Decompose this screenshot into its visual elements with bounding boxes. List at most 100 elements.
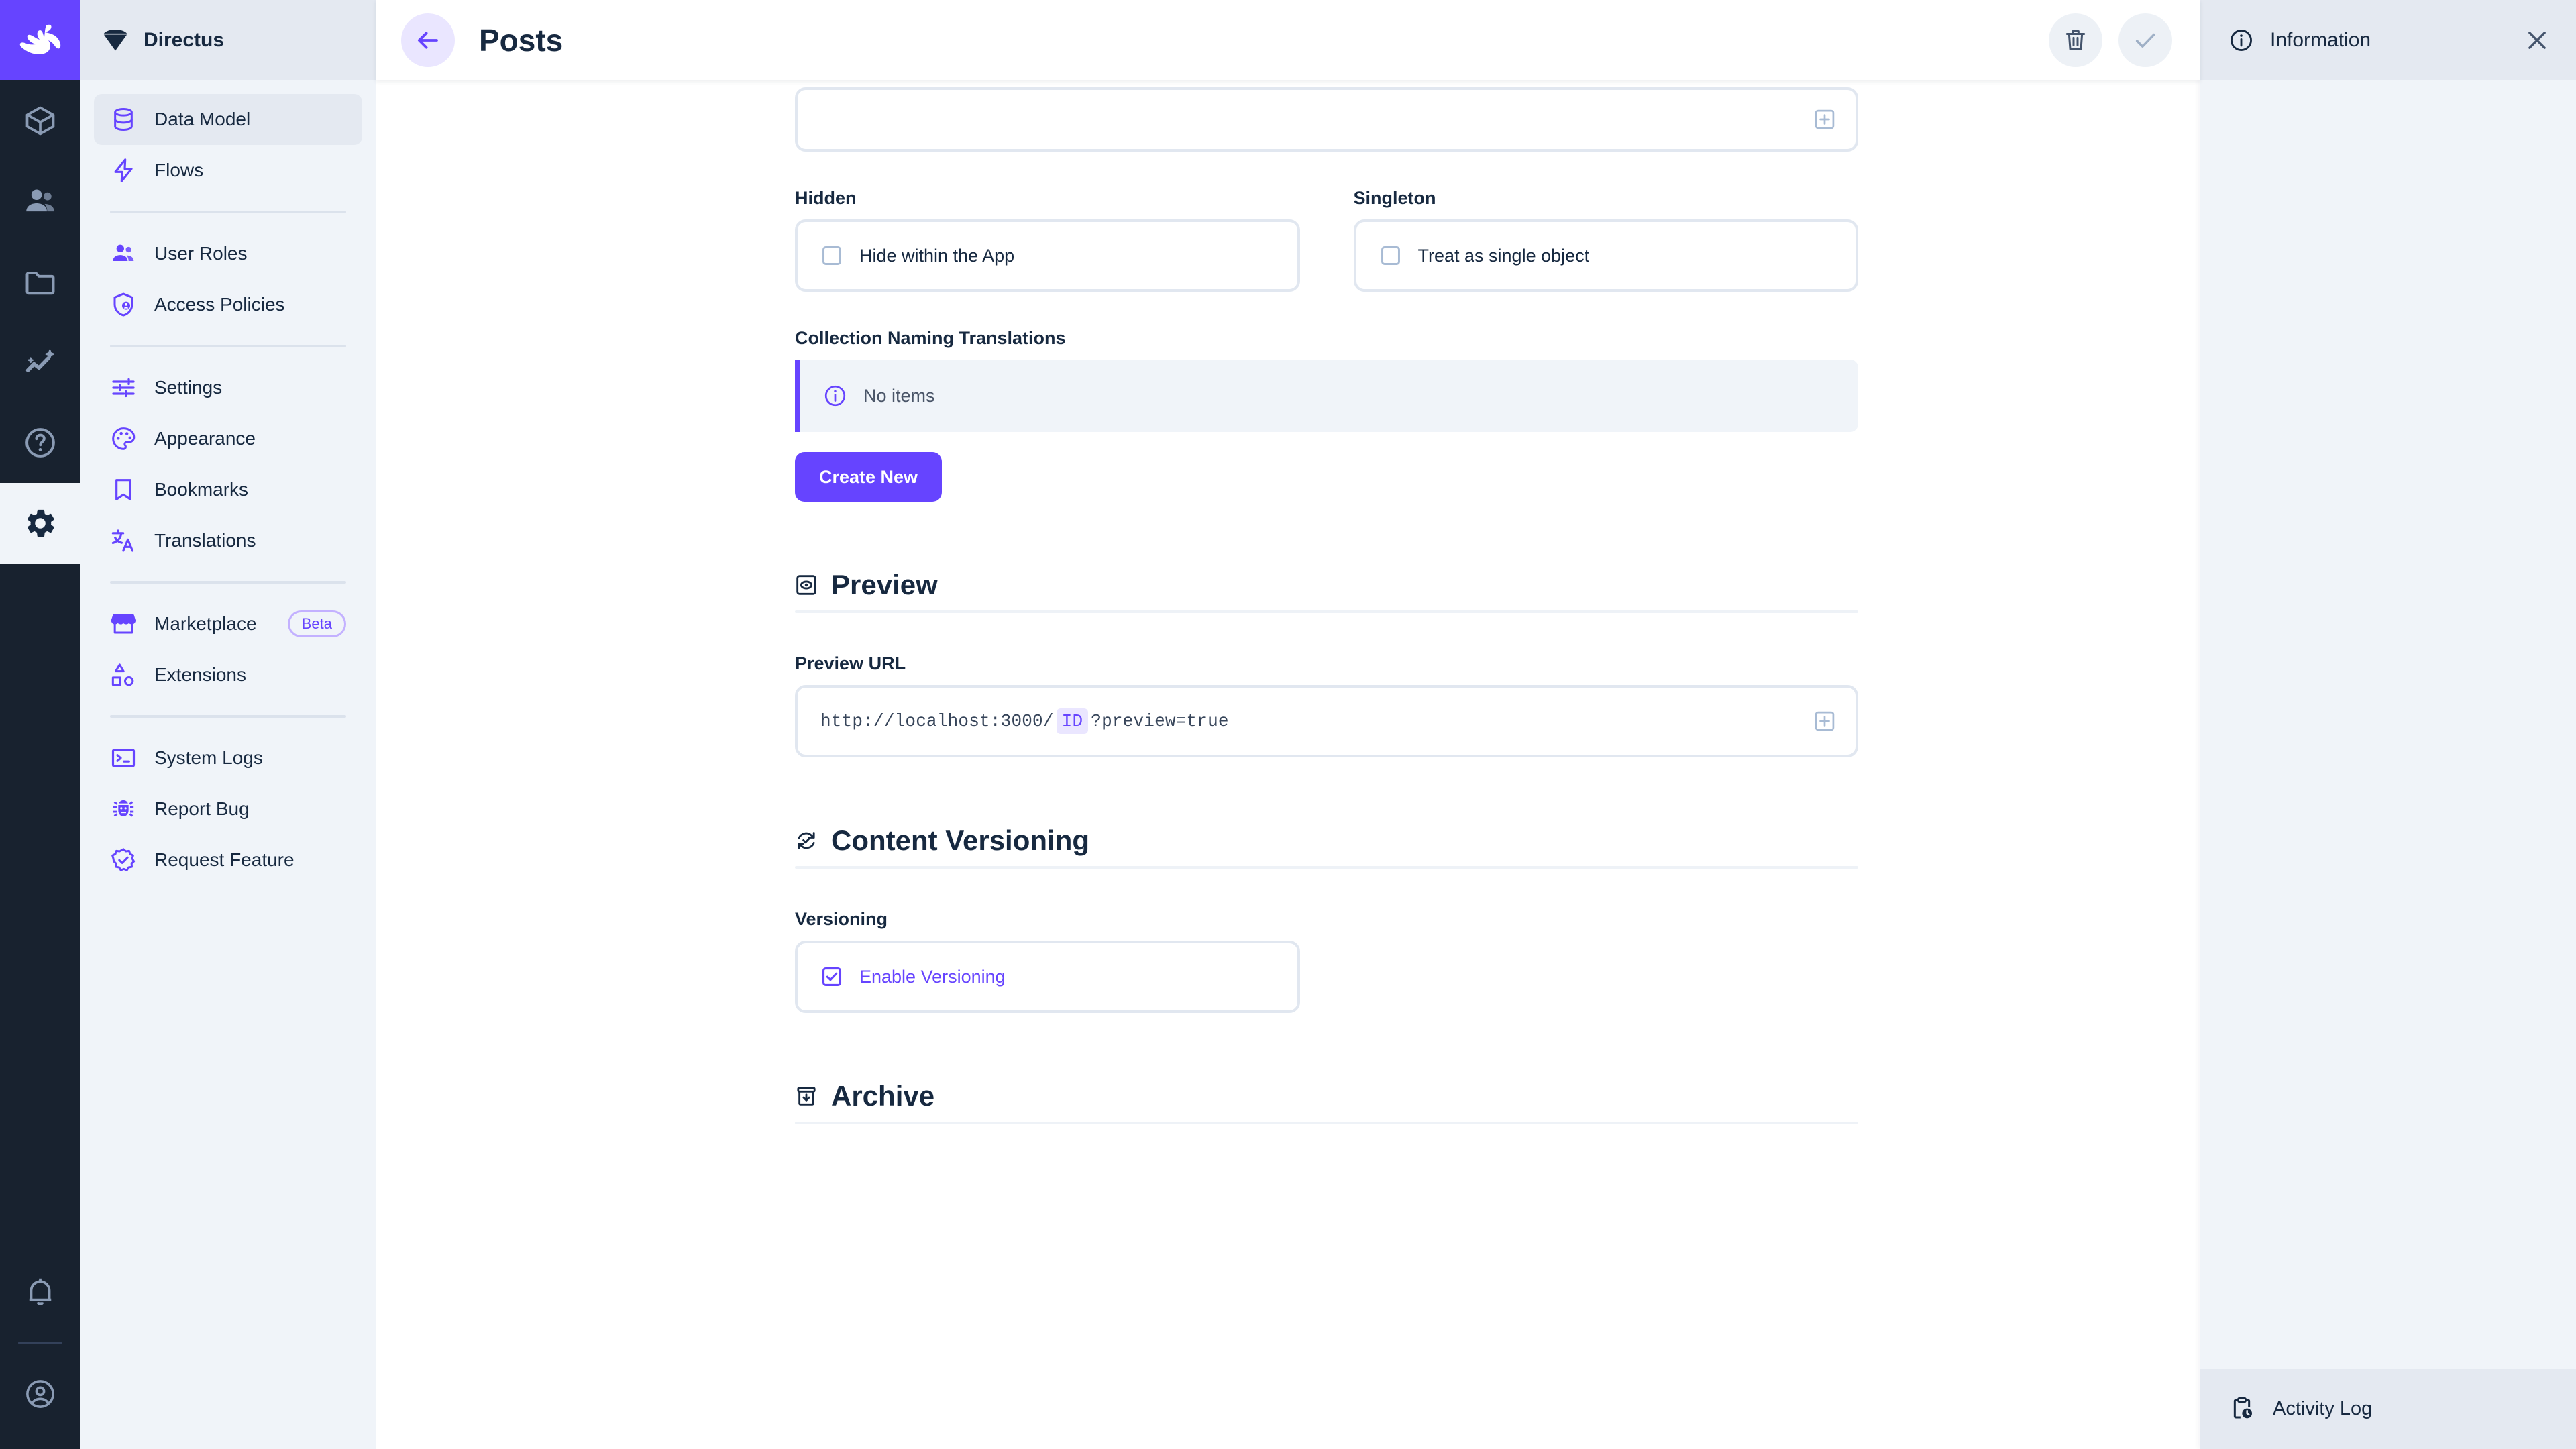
sidebar-item-label: Request Feature: [154, 849, 294, 870]
palette-icon: [110, 425, 137, 452]
shapes-icon: [110, 661, 137, 688]
hidden-field: Hidden Hide within the App: [795, 188, 1300, 292]
singleton-label: Singleton: [1353, 188, 1436, 208]
checkbox-unchecked-icon[interactable]: [1379, 244, 1402, 267]
sidebar-item-flows[interactable]: Flows: [94, 145, 362, 196]
sidebar-item-request-feature[interactable]: Request Feature: [94, 835, 362, 885]
sidebar-title: Directus: [144, 29, 225, 51]
translations-field: Collection Naming Translations No items …: [795, 328, 1858, 502]
translations-empty-text: No items: [863, 385, 935, 406]
bolt-icon: [110, 157, 137, 184]
sidebar-item-settings[interactable]: Settings: [94, 362, 362, 413]
directus-logo[interactable]: [0, 0, 80, 80]
add-box-icon[interactable]: [1813, 107, 1837, 131]
preview-section-rule: [795, 610, 1858, 613]
sidebar-item-label: Translations: [154, 530, 256, 551]
sidebar-item-report-bug[interactable]: Report Bug: [94, 784, 362, 835]
preview-url-suffix: ?preview=true: [1091, 711, 1229, 731]
preview-eye-icon: [795, 574, 818, 596]
sidebar-item-label: Appearance: [154, 428, 256, 449]
rail-item-notifications[interactable]: [0, 1252, 80, 1332]
toggle-row: Hidden Hide within the App Singleton Tre…: [795, 188, 1858, 292]
page-title: Posts: [479, 23, 564, 58]
archive-section-rule: [795, 1122, 1858, 1124]
hidden-checkbox-label: Hide within the App: [859, 245, 1015, 266]
users-icon: [23, 184, 58, 219]
close-x-icon[interactable]: [2524, 27, 2551, 54]
hidden-label: Hidden: [795, 188, 857, 208]
preview-url-field: Preview URL http://localhost:3000/ID ?pre…: [795, 653, 1858, 757]
box-icon: [23, 103, 58, 138]
storefront-icon: [110, 610, 137, 637]
hidden-checkbox-container[interactable]: Hide within the App: [795, 219, 1300, 292]
drawer-title: Information: [2270, 29, 2371, 51]
sidebar-item-extensions[interactable]: Extensions: [94, 649, 362, 700]
sidebar-item-marketplace[interactable]: Marketplace Beta: [94, 598, 362, 649]
sidebar-item-bookmarks[interactable]: Bookmarks: [94, 464, 362, 515]
sliders-icon: [110, 374, 137, 401]
account-circle-icon: [23, 1377, 57, 1411]
back-button[interactable]: [401, 13, 455, 67]
rail-item-insights-module[interactable]: [0, 322, 80, 402]
checkbox-checked-icon[interactable]: [820, 965, 843, 988]
content-scroll-area[interactable]: Hidden Hide within the App Singleton Tre…: [376, 80, 2200, 1449]
rail-item-settings-module[interactable]: [0, 483, 80, 564]
translate-icon: [110, 527, 137, 554]
folder-icon: [23, 264, 58, 299]
info-circle-icon: [823, 384, 847, 408]
database-icon: [110, 106, 137, 133]
singleton-checkbox-row[interactable]: Treat as single object: [1379, 244, 1589, 267]
delete-button[interactable]: [2049, 13, 2102, 67]
bookmark-icon: [110, 476, 137, 503]
preview-url-value: http://localhost:3000/ID ?preview=true: [820, 708, 1813, 734]
activity-log-label: Activity Log: [2273, 1397, 2373, 1419]
rail-divider: [18, 1342, 62, 1344]
sidebar-item-appearance[interactable]: Appearance: [94, 413, 362, 464]
checkbox-unchecked-icon[interactable]: [820, 244, 843, 267]
sidebar-item-label: System Logs: [154, 747, 263, 768]
sidebar-item-data-model[interactable]: Data Model: [94, 94, 362, 145]
save-button[interactable]: [2118, 13, 2172, 67]
rail-item-content-module[interactable]: [0, 80, 80, 161]
archive-box-icon: [795, 1085, 818, 1108]
versioning-label: Versioning: [795, 909, 888, 929]
singleton-checkbox-container[interactable]: Treat as single object: [1353, 219, 1858, 292]
trash-icon: [2062, 27, 2089, 54]
gear-icon: [23, 506, 58, 541]
versioning-checkbox-container[interactable]: Enable Versioning: [795, 941, 1300, 1013]
form-content: Hidden Hide within the App Singleton Tre…: [795, 80, 1858, 1124]
people-icon: [110, 240, 137, 267]
top-field[interactable]: [795, 87, 1858, 152]
terminal-icon: [110, 745, 137, 771]
sidebar-nav-list: Data Model Flows User Roles Access Polic…: [80, 80, 376, 885]
help-circle-icon: [23, 425, 58, 460]
shield-person-icon: [110, 291, 137, 318]
sidebar-item-system-logs[interactable]: System Logs: [94, 733, 362, 784]
sidebar-item-access-policies[interactable]: Access Policies: [94, 279, 362, 330]
sidebar-item-user-roles[interactable]: User Roles: [94, 228, 362, 279]
activity-log-button[interactable]: Activity Log: [2200, 1368, 2576, 1449]
add-box-icon[interactable]: [1813, 709, 1837, 733]
rail-item-files-module[interactable]: [0, 241, 80, 322]
create-new-button[interactable]: Create New: [795, 452, 943, 502]
versioning-section-title: Content Versioning: [831, 824, 1090, 856]
rail-item-docs-module[interactable]: [0, 402, 80, 483]
sidebar-item-translations[interactable]: Translations: [94, 515, 362, 566]
arrow-left-icon: [414, 26, 442, 54]
info-circle-icon: [2229, 28, 2254, 53]
versioning-section-header: Content Versioning: [795, 824, 1858, 857]
main-column: Posts Hidden Hide within the App Singlet…: [376, 0, 2200, 1449]
rail-item-users-module[interactable]: [0, 161, 80, 241]
module-rail-items: [0, 80, 80, 564]
archive-section-header: Archive: [795, 1080, 1858, 1112]
preview-section: Preview Preview URL http://localhost:300…: [795, 569, 1858, 757]
drawer-body: [2200, 80, 2576, 1368]
preview-url-prefix: http://localhost:3000/: [820, 711, 1054, 731]
preview-url-input[interactable]: http://localhost:3000/ID ?preview=true: [795, 685, 1858, 757]
rail-item-account[interactable]: [0, 1354, 80, 1434]
archive-section-title: Archive: [831, 1080, 935, 1112]
hidden-checkbox-row[interactable]: Hide within the App: [820, 244, 1014, 267]
versioning-section-rule: [795, 866, 1858, 869]
verified-badge-icon: [110, 847, 137, 873]
versioning-checkbox-row[interactable]: Enable Versioning: [820, 965, 1006, 988]
